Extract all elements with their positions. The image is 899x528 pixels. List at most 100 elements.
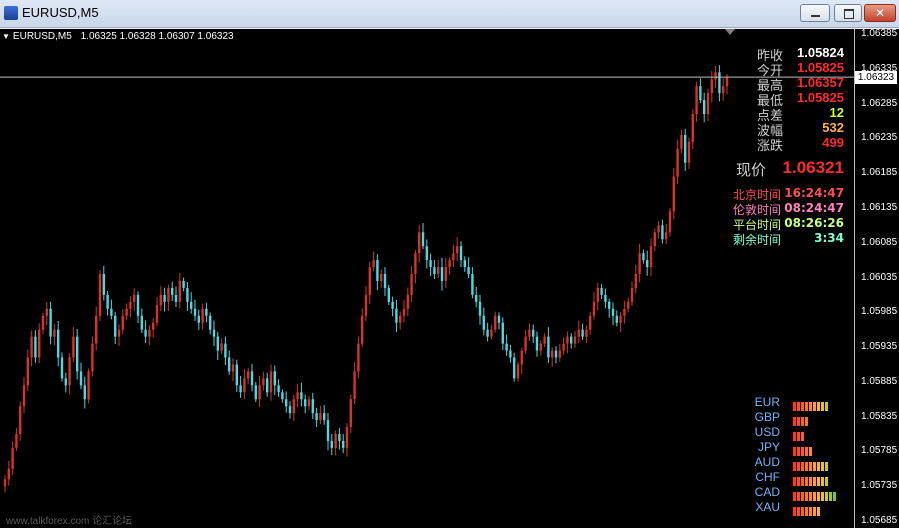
candle-body bbox=[285, 399, 288, 407]
candle-body bbox=[619, 315, 622, 323]
candle-body bbox=[140, 315, 143, 330]
candle-body bbox=[197, 315, 200, 323]
candle bbox=[558, 344, 561, 362]
candle-body bbox=[307, 399, 311, 407]
candle bbox=[513, 352, 516, 382]
candle bbox=[311, 392, 314, 420]
candle bbox=[235, 359, 238, 392]
candle-body bbox=[83, 385, 86, 400]
candle bbox=[406, 287, 409, 316]
candle-body bbox=[361, 315, 364, 344]
candle-body bbox=[45, 308, 48, 316]
chart-area[interactable]: 1.06385 1.06335 1.06285 1.06235 1.06185 1.061… bbox=[0, 28, 899, 528]
candle bbox=[243, 368, 246, 400]
chart-shift-marker[interactable] bbox=[725, 29, 735, 35]
candle-body bbox=[570, 336, 573, 344]
maximize-button[interactable] bbox=[834, 4, 862, 22]
candle bbox=[494, 311, 497, 333]
candle-body bbox=[26, 357, 29, 386]
candle-body bbox=[49, 308, 52, 337]
candle-body bbox=[243, 378, 246, 393]
candle-body bbox=[475, 294, 478, 302]
candle bbox=[611, 302, 615, 326]
candle-body bbox=[68, 357, 71, 386]
candle-body bbox=[19, 406, 22, 435]
candle-body bbox=[676, 148, 679, 177]
time-label: 剩余时间 bbox=[733, 233, 782, 247]
candle-body bbox=[15, 434, 18, 448]
candle bbox=[361, 308, 364, 347]
candle-body bbox=[72, 336, 75, 358]
candle-body bbox=[410, 274, 413, 295]
currency-strength-row: JPY bbox=[740, 440, 850, 456]
candle-body bbox=[653, 232, 656, 247]
candle bbox=[330, 433, 333, 456]
candle-body bbox=[269, 371, 273, 393]
candle bbox=[19, 401, 22, 441]
candle-body bbox=[323, 413, 326, 421]
close-button[interactable] bbox=[864, 4, 896, 22]
candle bbox=[456, 237, 459, 262]
candle bbox=[216, 331, 219, 360]
candle-body bbox=[11, 447, 14, 469]
info-value: 1.06357 bbox=[797, 75, 844, 90]
candle bbox=[509, 344, 512, 363]
candle bbox=[437, 259, 440, 278]
candle-body bbox=[98, 274, 102, 316]
candle bbox=[535, 331, 539, 357]
candle-body bbox=[247, 371, 250, 379]
candle bbox=[239, 376, 242, 398]
candle-body bbox=[630, 287, 634, 302]
candlestick-plot[interactable] bbox=[0, 29, 854, 528]
candle bbox=[296, 383, 299, 408]
candle-body bbox=[490, 329, 493, 337]
candle bbox=[657, 221, 660, 239]
candle bbox=[205, 302, 208, 323]
candle-body bbox=[497, 315, 501, 323]
candle bbox=[383, 267, 387, 297]
currency-strength-row: USD bbox=[740, 425, 850, 441]
candle-body bbox=[634, 274, 637, 288]
candle bbox=[155, 297, 159, 327]
candle bbox=[338, 428, 341, 450]
y-tick-label: 1.06185 bbox=[861, 167, 898, 179]
info-row: 今开 1.05825 bbox=[757, 60, 844, 79]
candle bbox=[288, 401, 292, 419]
candle bbox=[197, 309, 200, 330]
candle-body bbox=[315, 413, 318, 421]
candle-body bbox=[235, 364, 238, 386]
candle bbox=[269, 364, 273, 401]
candle bbox=[429, 253, 432, 277]
candle bbox=[34, 330, 37, 363]
candle bbox=[220, 338, 223, 355]
candle-body bbox=[478, 301, 482, 316]
candle-body bbox=[706, 93, 710, 115]
candle bbox=[152, 318, 155, 338]
candle-body bbox=[448, 260, 451, 268]
currency-code: CHF bbox=[755, 470, 780, 484]
candle bbox=[114, 311, 117, 344]
candle-body bbox=[649, 246, 653, 268]
strength-bars bbox=[793, 458, 829, 471]
candle-body bbox=[596, 287, 599, 302]
dropdown-triangle-icon[interactable]: ▼ bbox=[2, 32, 10, 41]
candle bbox=[630, 281, 634, 306]
candle-body bbox=[672, 176, 675, 212]
currency-strength-row: EUR bbox=[740, 395, 850, 411]
candle bbox=[703, 92, 706, 123]
candle bbox=[722, 78, 725, 101]
watermark: www.talkforex.com 论汇论坛 bbox=[6, 516, 133, 527]
y-tick-label: 1.05785 bbox=[861, 445, 898, 457]
candle-body bbox=[174, 294, 178, 302]
candle-body bbox=[391, 301, 394, 309]
candle bbox=[125, 303, 128, 321]
candle-body bbox=[592, 301, 596, 316]
candle-body bbox=[57, 329, 60, 358]
candle-body bbox=[604, 294, 607, 302]
minimize-button[interactable] bbox=[800, 4, 830, 22]
candle-body bbox=[395, 308, 398, 323]
candle bbox=[547, 327, 550, 363]
symbol-header: ▼ EURUSD,M5 1.06325 1.06328 1.06307 1.063… bbox=[2, 31, 234, 42]
candle bbox=[642, 249, 645, 264]
candle bbox=[402, 299, 406, 323]
